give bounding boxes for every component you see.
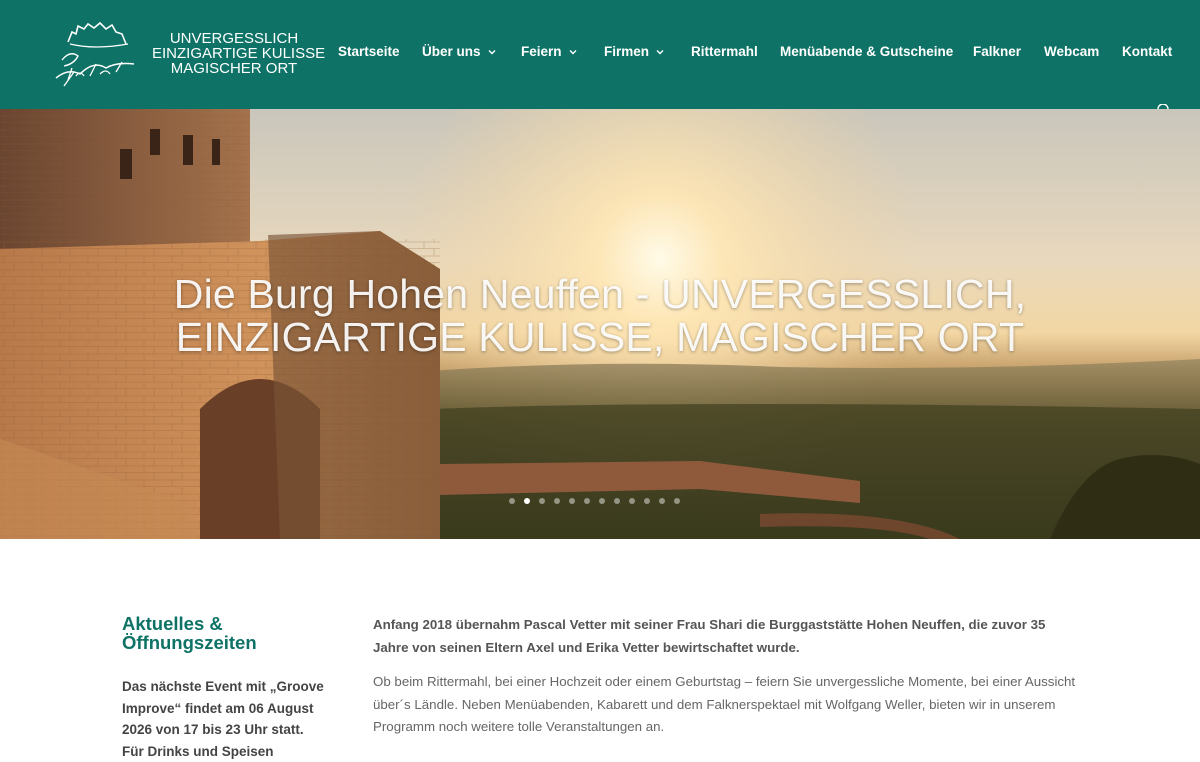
tagline-line-1: UNVERGESSLICH: [169, 30, 299, 47]
slider-dot-active[interactable]: [524, 498, 530, 504]
nav-item-falkner[interactable]: Falkner: [973, 44, 1021, 59]
intro-body-paragraph: Ob beim Rittermahl, bei einer Hochzeit o…: [373, 674, 1076, 734]
nav-item-feiern[interactable]: Feiern: [521, 44, 577, 59]
slider-dot[interactable]: [674, 498, 680, 504]
chevron-down-icon: [656, 49, 664, 54]
slider-dot[interactable]: [509, 498, 515, 504]
slider-dot[interactable]: [569, 498, 575, 504]
slider-dot[interactable]: [599, 498, 605, 504]
hero-title-line-2: EINZIGARTIGE KULISSE, MAGISCHER ORT: [175, 314, 1025, 360]
nav-item-label: Kontakt: [1122, 44, 1173, 59]
nav-item-label: Menüabende & Gutscheine: [780, 44, 954, 59]
chevron-down-icon: [569, 49, 577, 54]
hero-title-line-1: Die Burg Hohen Neuffen - UNVERGESSLICH,: [173, 271, 1027, 317]
nav-item-ueber-uns[interactable]: Über uns: [422, 44, 496, 59]
tagline-line-3: MAGISCHER ORT: [170, 60, 298, 77]
slider-pagination: [509, 498, 680, 504]
nav-item-rittermahl[interactable]: Rittermahl: [691, 44, 758, 59]
sidebar-heading-line-2: Öffnungszeiten: [122, 632, 257, 653]
nav-item-label: Feiern: [521, 44, 562, 59]
slider-dot[interactable]: [554, 498, 560, 504]
chevron-down-icon: [488, 49, 496, 54]
nav-item-startseite[interactable]: Startseite: [338, 44, 400, 59]
slider-dot[interactable]: [539, 498, 545, 504]
castle-logo-icon[interactable]: [50, 20, 140, 90]
slider-dot[interactable]: [644, 498, 650, 504]
nav-item-label: Rittermahl: [691, 44, 758, 59]
hero-title: Die Burg Hohen Neuffen - UNVERGESSLICH, …: [100, 273, 1100, 359]
nav-item-menueabende[interactable]: Menüabende & Gutscheine: [780, 44, 953, 59]
slider-dot[interactable]: [584, 498, 590, 504]
tagline-line-2: EINZIGARTIGE KULISSE: [152, 45, 326, 62]
nav-item-webcam[interactable]: Webcam: [1044, 44, 1099, 59]
hero-slider[interactable]: Die Burg Hohen Neuffen - UNVERGESSLICH, …: [0, 109, 1200, 539]
intro-lead-paragraph: Anfang 2018 übernahm Pascal Vetter mit s…: [373, 617, 1046, 655]
slider-dot[interactable]: [614, 498, 620, 504]
nav-item-label: Firmen: [604, 44, 650, 59]
nav-item-label: Falkner: [973, 44, 1022, 59]
sidebar-heading-line-1: Aktuelles &: [122, 613, 223, 634]
nav-item-label: Über uns: [422, 44, 481, 59]
slider-dot[interactable]: [629, 498, 635, 504]
sidebar-heading: Aktuelles & Öffnungszeiten: [122, 614, 322, 652]
brand-tagline[interactable]: UNVERGESSLICH EINZIGARTIGE KULISSE MAGIS…: [152, 30, 326, 77]
sidebar-news-text: Das nächste Event mit „Groove Improve“ f…: [122, 679, 324, 759]
slider-dot[interactable]: [659, 498, 665, 504]
site-header: UNVERGESSLICH EINZIGARTIGE KULISSE MAGIS…: [0, 0, 1200, 110]
nav-item-label: Webcam: [1044, 44, 1100, 59]
nav-item-label: Startseite: [338, 44, 400, 59]
nav-item-kontakt[interactable]: Kontakt: [1122, 44, 1172, 59]
nav-item-firmen[interactable]: Firmen: [604, 44, 664, 59]
